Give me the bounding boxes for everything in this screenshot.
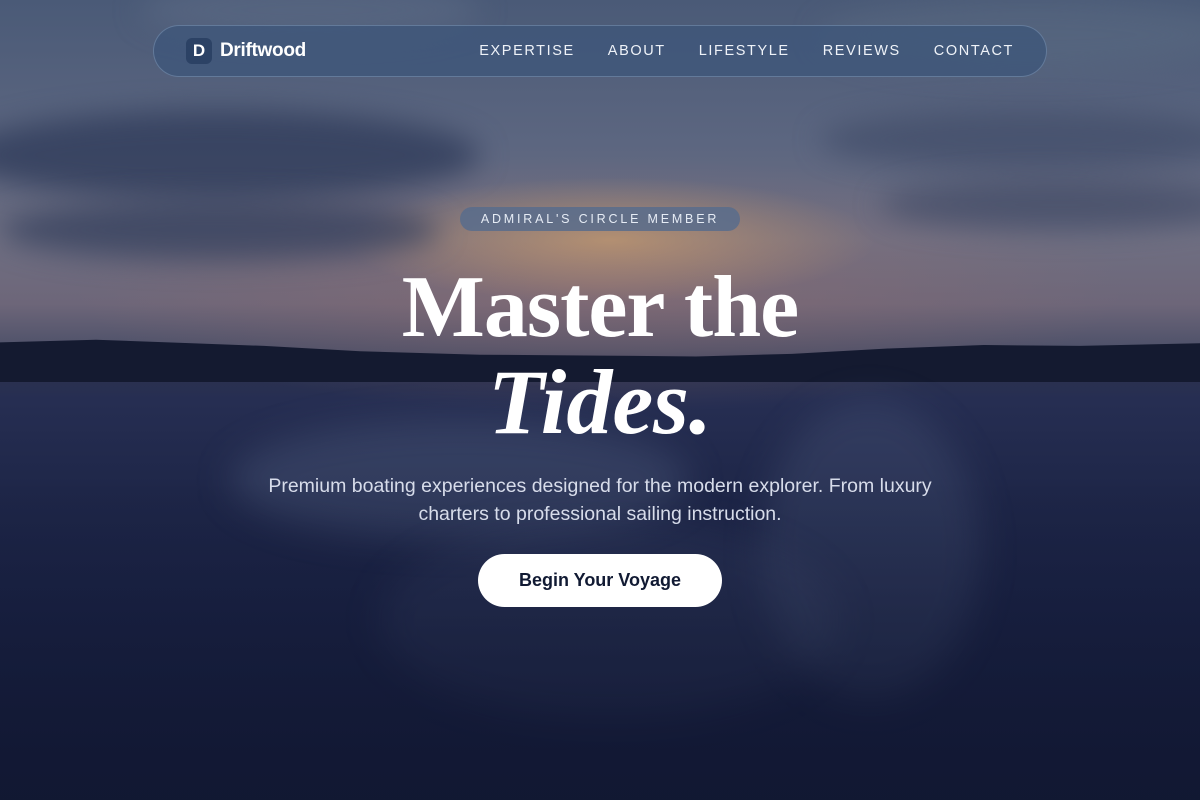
nav-link-contact[interactable]: CONTACT xyxy=(934,43,1014,59)
membership-badge: ADMIRAL'S CIRCLE MEMBER xyxy=(460,207,740,231)
main-navigation: D Driftwood EXPERTISE ABOUT LIFESTYLE RE… xyxy=(153,25,1047,77)
brand-logo[interactable]: D Driftwood xyxy=(186,38,306,64)
nav-link-reviews[interactable]: REVIEWS xyxy=(823,43,901,59)
hero-headline-line2: Tides. xyxy=(488,351,712,453)
nav-link-expertise[interactable]: EXPERTISE xyxy=(479,43,575,59)
nav-link-lifestyle[interactable]: LIFESTYLE xyxy=(699,43,790,59)
begin-voyage-button[interactable]: Begin Your Voyage xyxy=(478,554,722,607)
brand-mark-icon: D xyxy=(186,38,212,64)
hero-headline-line1: Master the xyxy=(401,259,799,356)
hero-subtitle: Premium boating experiences designed for… xyxy=(268,475,932,525)
nav-links: EXPERTISE ABOUT LIFESTYLE REVIEWS CONTAC… xyxy=(479,43,1014,59)
nav-link-about[interactable]: ABOUT xyxy=(608,43,666,59)
brand-name: Driftwood xyxy=(220,40,306,61)
